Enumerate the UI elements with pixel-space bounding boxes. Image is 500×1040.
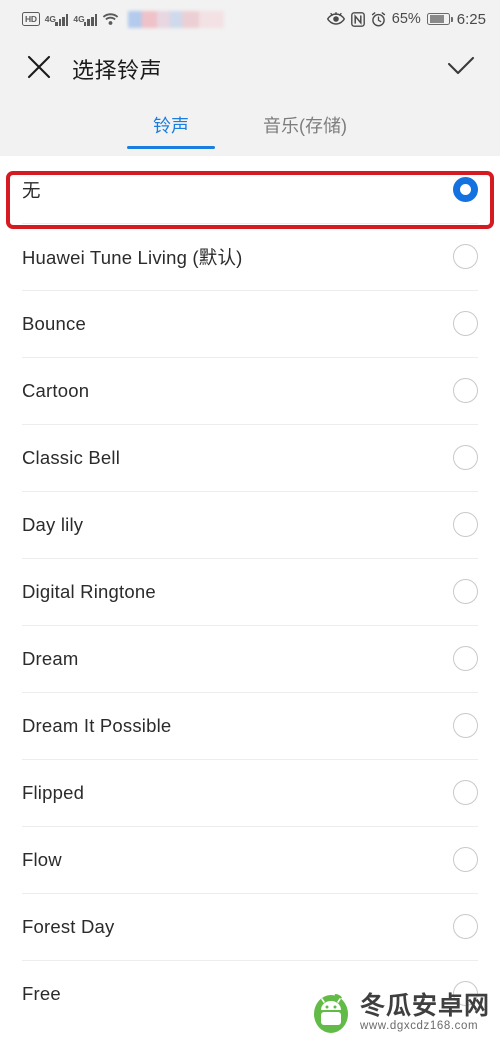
radio-button[interactable] [453, 914, 478, 939]
list-item[interactable]: Dream [0, 625, 500, 692]
list-item-label: Huawei Tune Living (默认) [22, 246, 243, 268]
page-title: 选择铃声 [72, 58, 163, 83]
radio-button[interactable] [453, 780, 478, 805]
list-item-label: 无 [22, 179, 41, 201]
radio-button[interactable] [453, 378, 478, 403]
alarm-clock-icon [371, 11, 386, 27]
list-item[interactable]: Day lily [0, 491, 500, 558]
wifi-icon [102, 12, 119, 26]
radio-button[interactable] [453, 579, 478, 604]
list-item-label: Dream It Possible [22, 714, 172, 736]
nfc-icon [350, 11, 365, 27]
list-item[interactable]: Flipped [0, 759, 500, 826]
signal-bars-sim1: 4G [45, 13, 69, 26]
tab-ringtones[interactable]: 铃声 [127, 108, 215, 149]
list-item-none[interactable]: 无 [0, 156, 500, 223]
close-icon [26, 54, 52, 85]
hd-icon: HD [22, 12, 40, 26]
list-item-label: Bounce [22, 312, 86, 334]
winter-melon-android-logo-icon [309, 991, 353, 1035]
eye-comfort-icon [326, 11, 345, 26]
list-item-label: Forest Day [22, 915, 115, 937]
check-icon [447, 56, 475, 83]
signal-icon-sim2 [83, 13, 98, 26]
tab-bar: 铃声 音乐(存储) [0, 100, 500, 156]
list-item[interactable]: Forest Day [0, 893, 500, 960]
confirm-button[interactable] [444, 52, 478, 86]
list-item-label: Day lily [22, 513, 84, 535]
watermark-text: 冬瓜安卓网 www.dgxcdz168.com [360, 993, 490, 1033]
status-bar-right: 65% 6:25 [326, 10, 486, 28]
clock-label: 6:25 [456, 10, 486, 28]
list-item-label: Cartoon [22, 379, 90, 401]
list-item-label: Digital Ringtone [22, 580, 156, 602]
radio-button[interactable] [453, 713, 478, 738]
list-item-label: Dream [22, 647, 79, 669]
list-item[interactable]: Classic Bell [0, 424, 500, 491]
carrier-name-blurred [128, 10, 225, 28]
watermark: 冬瓜安卓网 www.dgxcdz168.com [309, 991, 490, 1035]
tab-ringtones-label: 铃声 [153, 116, 189, 136]
radio-button[interactable] [453, 445, 478, 470]
list-item-label: Classic Bell [22, 446, 121, 468]
battery-charging-icon [426, 13, 453, 25]
signal-bars-sim2: 4G [73, 13, 98, 26]
list-item-label: Flow [22, 848, 62, 870]
status-bar: HD 4G 4G 65% 6:25 [0, 0, 500, 38]
list-item-label: Flipped [22, 781, 85, 803]
watermark-url: www.dgxcdz168.com [359, 1020, 479, 1033]
close-button[interactable] [22, 52, 56, 86]
radio-button[interactable] [453, 512, 478, 537]
radio-button-selected[interactable] [453, 177, 478, 202]
list-item[interactable]: Flow [0, 826, 500, 893]
tab-music-storage[interactable]: 音乐(存储) [257, 108, 353, 138]
battery-percent-label: 65% [391, 11, 421, 27]
list-item[interactable]: Cartoon [0, 357, 500, 424]
list-item[interactable]: Bounce [0, 290, 500, 357]
app-bar: 选择铃声 [0, 38, 500, 100]
radio-button[interactable] [453, 646, 478, 671]
status-bar-left: HD 4G 4G [22, 10, 327, 28]
radio-button[interactable] [453, 847, 478, 872]
list-item[interactable]: Dream It Possible [0, 692, 500, 759]
watermark-site-name: 冬瓜安卓网 [359, 991, 490, 1021]
radio-button[interactable] [453, 311, 478, 336]
radio-button[interactable] [453, 244, 478, 269]
list-item[interactable]: Digital Ringtone [0, 558, 500, 625]
list-item[interactable]: Huawei Tune Living (默认) [0, 223, 500, 290]
signal-icon-sim1 [55, 13, 69, 26]
tab-music-storage-label: 音乐(存储) [263, 116, 347, 136]
ringtone-list: 无 Huawei Tune Living (默认) Bounce Cartoon… [0, 156, 500, 1027]
